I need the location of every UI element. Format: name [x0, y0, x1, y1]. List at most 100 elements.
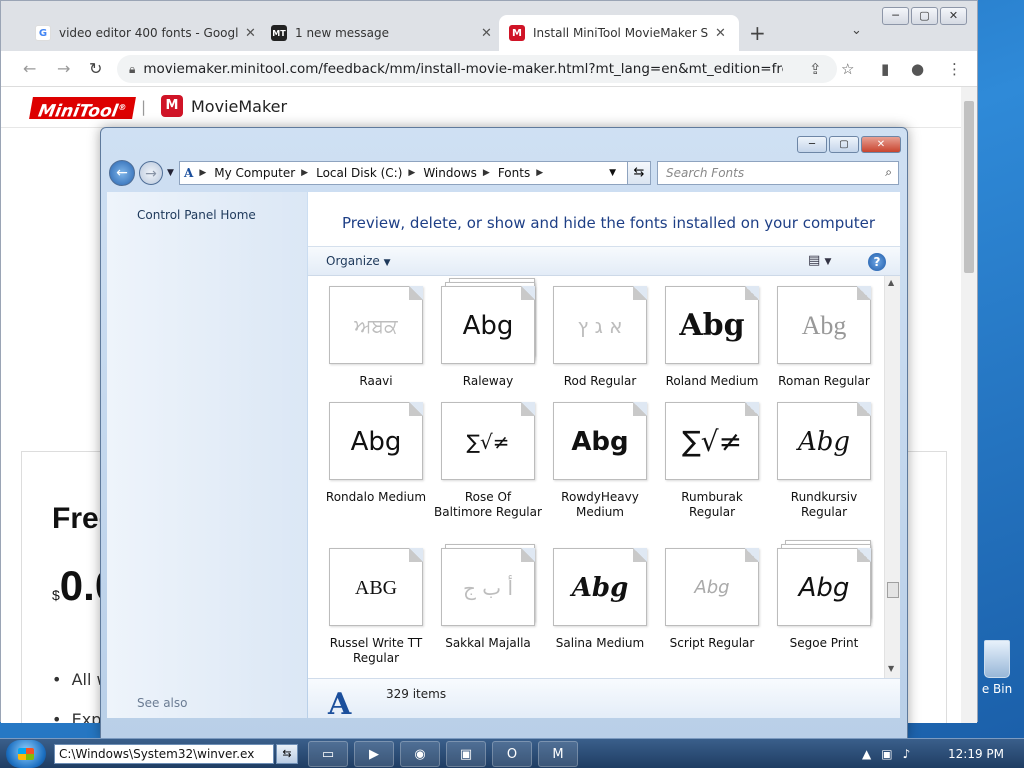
back-arrow-icon[interactable]: ←: [23, 59, 36, 78]
recycle-bin-icon: [984, 640, 1010, 678]
font-file-icon: أ ب ج: [441, 544, 535, 626]
font-item[interactable]: Abg Rundkursiv Regular: [770, 402, 878, 520]
close-tab-icon[interactable]: ✕: [245, 26, 256, 41]
side-panel-icon[interactable]: ▮: [881, 60, 889, 78]
font-sample: ∑√≠: [466, 430, 510, 454]
back-arrow-icon[interactable]: ←: [109, 160, 135, 186]
font-item[interactable]: ∑√≠ Rumburak Regular: [658, 402, 766, 520]
font-item[interactable]: ABG Russel Write TT Regular: [322, 548, 430, 666]
breadcrumb-chevron-icon[interactable]: ▶: [536, 168, 543, 178]
explorer-taskbar-icon[interactable]: ▭: [308, 741, 348, 767]
font-item[interactable]: أ ب ج Sakkal Majalla: [434, 544, 542, 651]
font-item[interactable]: ∑√≠ Rose Of Baltimore Regular: [434, 402, 542, 520]
scrollbar-thumb[interactable]: [964, 101, 974, 273]
breadcrumb-chevron-icon[interactable]: ▶: [408, 168, 415, 178]
chrome-taskbar-icon[interactable]: ◉: [400, 741, 440, 767]
reload-icon[interactable]: ↻: [89, 59, 102, 78]
moviemaker-logo-icon: M: [161, 95, 183, 117]
font-item[interactable]: Abg Script Regular: [658, 548, 766, 651]
font-item[interactable]: Abg Roland Medium: [658, 286, 766, 389]
tab-search-chevron-icon[interactable]: ⌄: [851, 23, 862, 38]
font-item[interactable]: Abg Salina Medium: [546, 548, 654, 651]
breadcrumb-chevron-icon[interactable]: ▶: [301, 168, 308, 178]
font-name: Rod Regular: [563, 374, 637, 388]
chevron-down-icon: ▼: [824, 257, 832, 267]
volume-icon[interactable]: ♪: [903, 747, 911, 761]
breadcrumb-item[interactable]: Windows: [423, 166, 477, 180]
tab-title: video editor 400 fonts - Google S: [59, 26, 239, 40]
font-item[interactable]: Abg RowdyHeavy Medium: [546, 402, 654, 520]
font-name: Rumburak Regular: [681, 490, 743, 519]
maximize-button[interactable]: ▢: [911, 7, 938, 25]
system-tray: ▲ ▣ ♪: [862, 747, 910, 761]
search-icon[interactable]: ⌕: [885, 165, 892, 180]
help-icon[interactable]: ?: [868, 253, 886, 271]
go-button[interactable]: ⇆: [276, 744, 298, 764]
explorer-address-bar[interactable]: A ▶ My Computer ▶ Local Disk (C:) ▶ Wind…: [179, 161, 649, 185]
forward-arrow-icon[interactable]: →: [57, 59, 70, 78]
address-dropdown-icon[interactable]: ▼: [609, 168, 616, 178]
media-player-taskbar-icon[interactable]: ▶: [354, 741, 394, 767]
font-sample: ABG: [354, 577, 398, 599]
font-item[interactable]: א ג ץ Rod Regular: [546, 286, 654, 389]
font-sample: Abg: [797, 427, 851, 457]
recent-pages-chevron-icon[interactable]: ▼: [167, 168, 174, 178]
font-item[interactable]: Abg Rondalo Medium: [322, 402, 430, 505]
minimize-button[interactable]: ─: [797, 136, 827, 153]
menu-kebab-icon[interactable]: ⋮: [947, 60, 962, 78]
close-tab-icon[interactable]: ✕: [481, 26, 492, 41]
organize-menu-button[interactable]: Organize ▼: [326, 254, 391, 268]
address-toolbar-input[interactable]: C:\Windows\System32\winver.ex: [54, 744, 274, 764]
lock-icon[interactable]: 🔒︎: [129, 62, 135, 77]
product-name[interactable]: MovieMaker: [191, 97, 287, 116]
font-file-icon: Abg: [553, 548, 647, 626]
tab-google-search[interactable]: G video editor 400 fonts - Google S ✕: [25, 15, 266, 51]
forward-arrow-icon[interactable]: →: [139, 161, 163, 185]
refresh-button[interactable]: ⇆: [627, 161, 651, 185]
breadcrumb-chevron-icon[interactable]: ▶: [483, 168, 490, 178]
page-scrollbar[interactable]: [961, 87, 977, 723]
tab-install-moviemaker[interactable]: M Install MiniTool MovieMaker Succ ✕: [499, 15, 739, 51]
font-item[interactable]: Abg Roman Regular: [770, 286, 878, 389]
font-list-scrollbar[interactable]: ▲ ▼: [884, 276, 900, 678]
recycle-bin-label: e Bin: [981, 682, 1013, 696]
network-icon[interactable]: ▣: [881, 747, 892, 761]
close-button[interactable]: ✕: [940, 7, 967, 25]
font-item[interactable]: Abg Segoe Print: [770, 540, 878, 651]
breadcrumb-item[interactable]: Local Disk (C:): [316, 166, 402, 180]
minimize-button[interactable]: ─: [882, 7, 909, 25]
start-button[interactable]: [6, 740, 46, 768]
show-hidden-icons-icon[interactable]: ▲: [862, 747, 871, 761]
breadcrumb-item[interactable]: My Computer: [214, 166, 295, 180]
search-placeholder: Search Fonts: [666, 166, 745, 180]
close-tab-icon[interactable]: ✕: [715, 26, 726, 41]
font-sample: א ג ץ: [577, 314, 623, 338]
search-fonts-input[interactable]: Search Fonts ⌕: [657, 161, 899, 185]
breadcrumb-item[interactable]: Fonts: [498, 166, 530, 180]
opera-taskbar-icon[interactable]: O: [492, 741, 532, 767]
tab-new-message[interactable]: MT 1 new message ✕: [261, 15, 502, 51]
font-item[interactable]: ਅਬਕ Raavi: [322, 286, 430, 389]
font-file-icon: Abg: [777, 402, 871, 480]
control-panel-taskbar-icon[interactable]: ▣: [446, 741, 486, 767]
control-panel-home-link[interactable]: Control Panel Home: [137, 208, 256, 222]
font-name: Rundkursiv Regular: [790, 490, 858, 519]
bookmark-star-icon[interactable]: ☆: [841, 60, 854, 78]
scroll-down-icon[interactable]: ▼: [888, 664, 894, 673]
font-item[interactable]: Abg Raleway: [434, 278, 542, 389]
change-view-button[interactable]: ▤ ▼: [808, 253, 831, 268]
share-icon[interactable]: ⇪: [809, 60, 822, 78]
clock[interactable]: 12:19 PM: [948, 747, 1004, 761]
breadcrumb-chevron-icon[interactable]: ▶: [199, 168, 206, 178]
address-bar[interactable]: 🔒︎ moviemaker.minitool.com/feedback/mm/i…: [117, 55, 837, 83]
maximize-button[interactable]: ▢: [829, 136, 859, 153]
profile-avatar-icon[interactable]: ●: [911, 60, 924, 78]
scroll-up-icon[interactable]: ▲: [888, 278, 894, 287]
close-button[interactable]: ✕: [861, 136, 901, 153]
scrollbar-thumb[interactable]: [887, 582, 899, 598]
recycle-bin-shortcut[interactable]: e Bin: [972, 640, 1022, 696]
new-tab-button[interactable]: +: [749, 21, 766, 45]
moviemaker-taskbar-icon[interactable]: M: [538, 741, 578, 767]
font-name: Raavi: [359, 374, 393, 388]
minitool-logo[interactable]: MiniTool®: [29, 97, 137, 122]
